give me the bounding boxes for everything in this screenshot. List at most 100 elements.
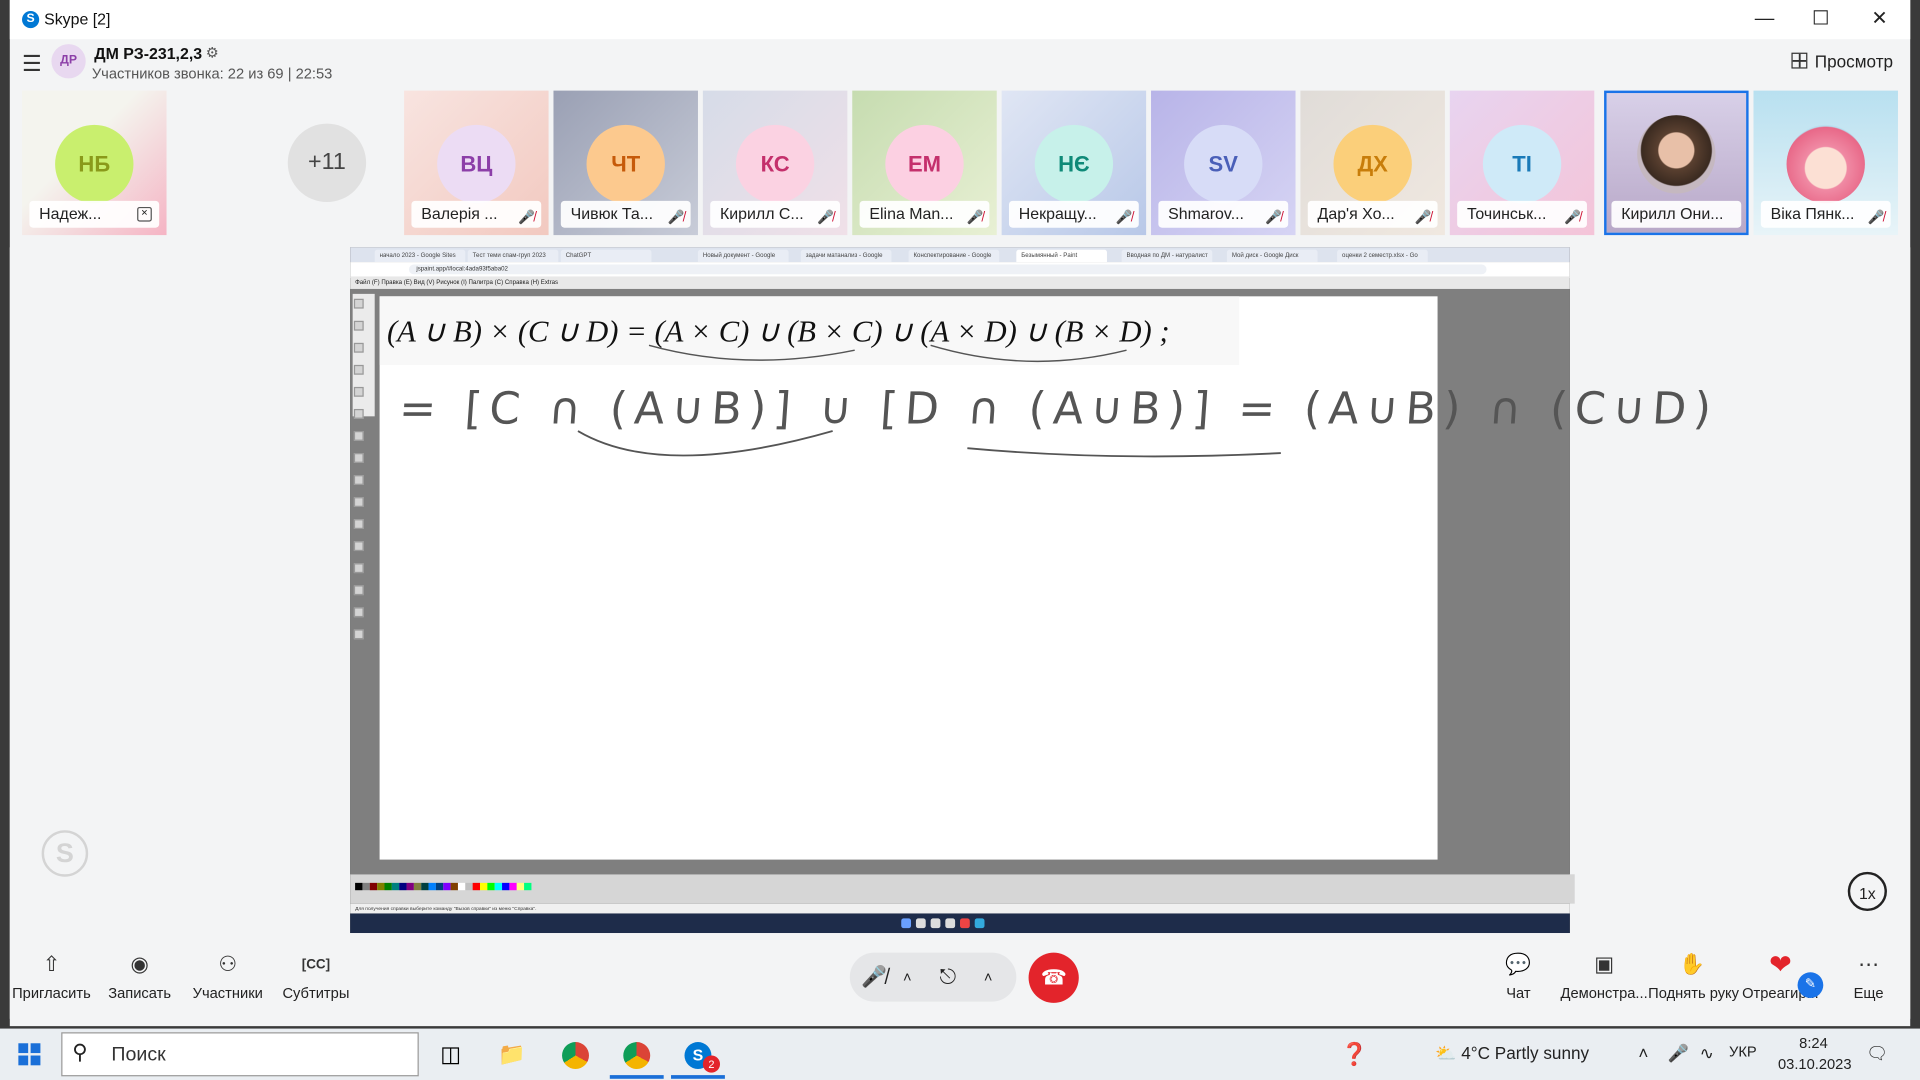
paint-color-palette xyxy=(350,874,1575,904)
subtitles-button[interactable]: [CC] Субтитры xyxy=(272,950,360,1002)
palette-swatch xyxy=(472,882,481,891)
windows-taskbar: ⚲ Поиск ◫ 📁 S 2 ❓ ⛅ 4°C Partly sunny ˄ 🎤… xyxy=(0,1028,1920,1080)
chat-bubble-icon: 💬 xyxy=(1505,952,1532,976)
call-toolbar: ⇧ Пригласить ◉ Записать ⚇ Участники [CC] Суб… xyxy=(7,933,1913,1019)
participant-avatar: ЕМ xyxy=(885,124,964,204)
language-indicator[interactable]: УКР xyxy=(1729,1043,1757,1060)
gear-icon[interactable]: ⚙ xyxy=(206,44,219,61)
system-clock[interactable]: 8:24 03.10.2023 xyxy=(1778,1033,1852,1075)
participant-tile[interactable]: КС Кирилл С... 🎤̸ xyxy=(702,90,848,236)
palette-swatch xyxy=(377,882,385,891)
participant-tile[interactable]: ДХ Дар'я Хо... 🎤̸ xyxy=(1300,90,1445,236)
browser-tab: Мой диск - Google Диск xyxy=(1226,249,1318,263)
participants-button[interactable]: ⚇ Участники xyxy=(184,950,272,1002)
participant-tile[interactable]: TI Точинськ... 🎤̸ xyxy=(1449,90,1595,236)
participant-tile[interactable]: ВЦ Валерія ... 🎤̸ xyxy=(404,90,549,236)
browser-tab: ChatGPT xyxy=(560,249,652,263)
share-screen-icon: ▣ xyxy=(1594,952,1614,976)
windows-start-icon[interactable] xyxy=(18,1043,41,1066)
record-icon: ◉ xyxy=(130,952,149,976)
weather-widget[interactable]: ⛅ 4°C Partly sunny xyxy=(1435,1043,1589,1064)
browser-tab: Новый документ - Google xyxy=(697,249,789,263)
palette-swatch xyxy=(428,882,436,891)
participant-tile[interactable]: ЧТ Чивюк Та... 🎤̸ xyxy=(553,90,698,236)
browser-tab: Конспектирование - Google xyxy=(908,249,1000,263)
participant-name: Некращу... 🎤̸ xyxy=(1008,200,1139,228)
chrome-profile-icon[interactable] xyxy=(609,1033,664,1079)
share-screen-button[interactable]: ▣ Демонстра... xyxy=(1560,950,1648,1002)
palette-swatch xyxy=(421,882,429,891)
search-icon: ⚲ xyxy=(72,1040,88,1065)
browser-tab: Вводная по ДМ - натуралист xyxy=(1121,249,1213,263)
skype-taskbar-icon[interactable]: S 2 xyxy=(671,1033,725,1079)
weather-cloud-icon: ⛅ xyxy=(1435,1043,1457,1063)
chrome-icon[interactable] xyxy=(549,1033,603,1075)
taskbar-search-box[interactable]: ⚲ Поиск xyxy=(61,1032,419,1077)
view-button[interactable]: Просмотр xyxy=(1791,51,1893,71)
palette-swatch xyxy=(509,882,517,891)
playback-speed-button[interactable]: 1x xyxy=(1847,871,1887,912)
hamburger-menu-icon[interactable]: ☰ xyxy=(20,51,44,75)
browser-url: jspaint.app/#local:4ada93f5aba02 xyxy=(408,264,1487,275)
participant-name: Валерія ... 🎤̸ xyxy=(411,200,542,228)
palette-swatch xyxy=(413,882,422,891)
camera-options-chevron-icon[interactable]: ˄ xyxy=(975,953,1002,1002)
participant-name: Віка Пянк... 🎤̸ xyxy=(1760,200,1891,228)
browser-tab: начало 2023 - Google Sites xyxy=(374,249,466,263)
camera-off-button[interactable]: ⎋ xyxy=(931,953,965,1002)
end-call-button[interactable]: ☎ xyxy=(1028,952,1079,1003)
participant-tile[interactable]: SV Shmarov... 🎤̸ xyxy=(1151,90,1296,236)
palette-swatch xyxy=(406,882,414,891)
pen-icon[interactable]: ✎ xyxy=(1797,972,1824,998)
participant-name: Elina Man... 🎤̸ xyxy=(859,200,990,228)
palette-swatch xyxy=(362,882,370,891)
mic-options-chevron-icon[interactable]: ˄ xyxy=(894,953,921,1002)
group-avatar[interactable]: ДР xyxy=(51,44,86,79)
browser-tab-active: Безымянный - Paint xyxy=(1016,249,1107,263)
notification-badge: 2 xyxy=(702,1055,721,1073)
tray-overflow-chevron-icon[interactable]: ˄ xyxy=(1638,1043,1648,1063)
notification-center-icon[interactable]: 🗨 xyxy=(1866,1043,1888,1064)
close-button[interactable]: ✕ xyxy=(1851,0,1907,39)
help-icon[interactable]: ❓ xyxy=(1327,1033,1381,1075)
handwritten-underlines xyxy=(577,344,1281,458)
chat-button[interactable]: 💬 Чат xyxy=(1474,950,1562,1002)
minimize-button[interactable]: — xyxy=(1736,0,1792,39)
remote-taskbar xyxy=(350,913,1570,934)
muted-mic-button[interactable]: 🎤̸ xyxy=(860,953,889,1002)
window-title: Skype [2] xyxy=(44,9,111,29)
paint-toolbox xyxy=(352,293,375,640)
participant-tile[interactable]: ЕМ Elina Man... 🎤̸ xyxy=(852,90,997,236)
muted-mic-icon: 🎤̸ xyxy=(1414,210,1432,226)
more-participants-button[interactable]: +11 xyxy=(287,123,367,203)
more-button[interactable]: ⋯ Еще xyxy=(1825,950,1913,1002)
task-view-icon[interactable]: ◫ xyxy=(424,1033,478,1075)
participant-tile[interactable]: НЄ Некращу... 🎤̸ xyxy=(1001,90,1147,236)
raise-hand-button[interactable]: ✋ Поднять руку xyxy=(1648,950,1739,1002)
palette-swatch xyxy=(450,882,458,891)
browser-tab-strip: начало 2023 - Google Sites Тест теми спа… xyxy=(350,247,1570,263)
participant-name: Кирилл С... 🎤̸ xyxy=(710,200,841,228)
record-button[interactable]: ◉ Записать xyxy=(96,950,184,1002)
participant-avatar: НБ xyxy=(55,124,134,204)
palette-swatch xyxy=(480,882,488,891)
screen: S Skype [2] — ☐ ✕ ☰ ДР ДМ РЗ-231,2,3 ⚙ У… xyxy=(0,0,1920,1080)
maximize-button[interactable]: ☐ xyxy=(1793,0,1849,39)
shared-screen-area: начало 2023 - Google Sites Тест теми спа… xyxy=(9,247,1911,934)
participant-tile[interactable]: Віка Пянк... 🎤̸ xyxy=(1753,90,1898,236)
participant-tile[interactable]: НБ Надеж... ✕ xyxy=(22,90,167,236)
palette-swatch xyxy=(502,882,510,891)
participant-photo xyxy=(1637,115,1716,194)
microphone-tray-icon[interactable]: 🎤 xyxy=(1668,1043,1689,1064)
wifi-icon[interactable]: ∿ xyxy=(1700,1043,1714,1064)
captions-icon: [CC] xyxy=(301,957,331,973)
participant-tile-active-speaker[interactable]: Кирилл Они... xyxy=(1604,90,1749,236)
file-explorer-icon[interactable]: 📁 xyxy=(485,1033,539,1075)
participant-strip: НБ Надеж... ✕ +11 ВЦ Валерія ... 🎤̸ ЧТ Чив… xyxy=(10,88,1910,240)
group-name[interactable]: ДМ РЗ-231,2,3 xyxy=(94,44,202,62)
palette-swatch xyxy=(487,882,495,891)
participant-avatar: TI xyxy=(1482,124,1562,204)
invite-button[interactable]: ⇧ Пригласить xyxy=(7,950,95,1002)
muted-mic-icon: 🎤̸ xyxy=(966,210,984,226)
palette-swatch xyxy=(435,882,444,891)
